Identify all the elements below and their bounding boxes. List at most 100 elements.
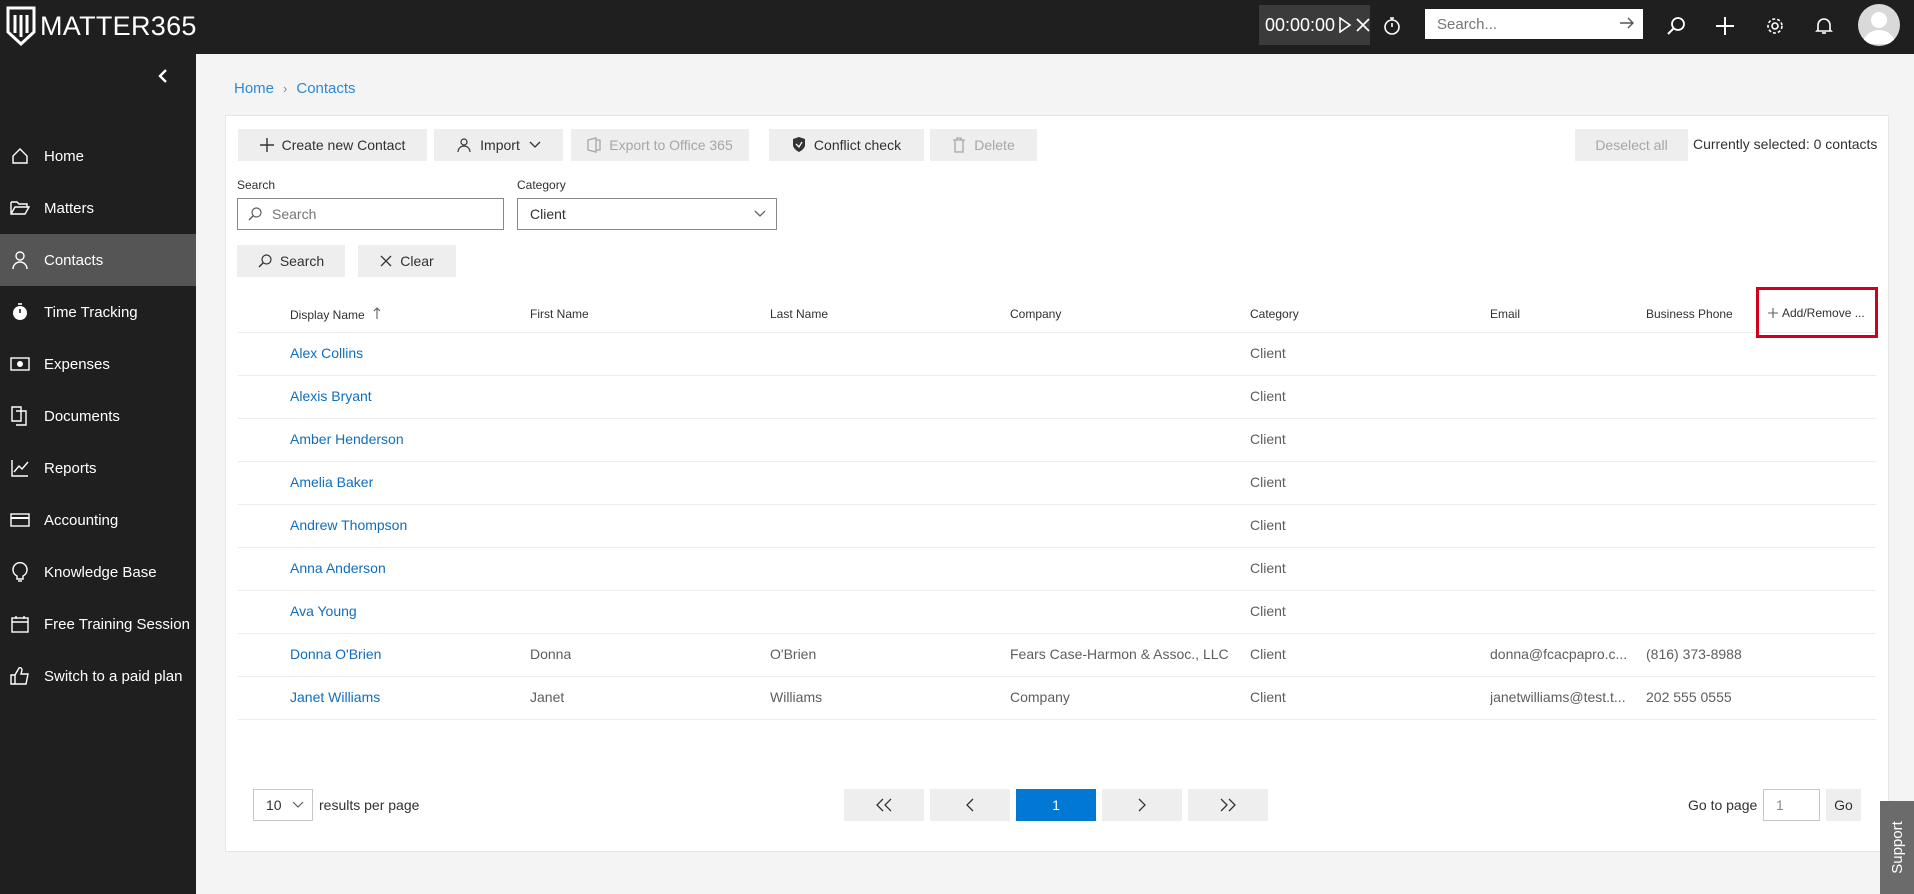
bell-icon[interactable] xyxy=(1811,13,1837,39)
goto-page-field[interactable] xyxy=(1774,796,1818,814)
cell-category: Client xyxy=(1250,345,1286,361)
search-field[interactable] xyxy=(237,198,504,230)
cell-display-name[interactable]: Andrew Thompson xyxy=(290,504,407,547)
cell-first-name: Janet xyxy=(530,689,565,705)
export-office365-button[interactable]: Export to Office 365 xyxy=(571,129,749,161)
col-first-name[interactable]: First Name xyxy=(530,307,589,321)
goto-label: Go to page xyxy=(1688,797,1758,813)
cell-display-name[interactable]: Ava Young xyxy=(290,590,357,633)
cell-display-name[interactable]: Amber Henderson xyxy=(290,418,404,461)
add-remove-label: Add/Remove ... xyxy=(1782,305,1865,320)
close-icon[interactable] xyxy=(1355,17,1371,33)
sidebar-item-free-training[interactable]: Free Training Session xyxy=(0,598,196,650)
delete-button[interactable]: Delete xyxy=(930,129,1037,161)
cell-display-name[interactable]: Janet Williams xyxy=(290,676,380,719)
global-search[interactable] xyxy=(1425,9,1643,39)
stopwatch-icon xyxy=(10,302,30,322)
prev-page-button[interactable] xyxy=(930,789,1010,821)
table-row[interactable]: Andrew Thompson Client xyxy=(238,504,1876,548)
table-row[interactable]: Janet Williams Janet Williams Company Cl… xyxy=(238,676,1876,720)
cell-display-name[interactable]: Alex Collins xyxy=(290,332,363,375)
folder-icon xyxy=(10,198,30,218)
cell-business-phone: 202 555 0555 xyxy=(1646,689,1732,705)
category-dropdown[interactable]: Client xyxy=(517,198,777,230)
sidebar-item-paid-plan[interactable]: Switch to a paid plan xyxy=(0,650,196,702)
breadcrumb-current[interactable]: Contacts xyxy=(296,80,355,97)
import-button[interactable]: Import xyxy=(434,129,563,161)
sidebar-item-matters[interactable]: Matters xyxy=(0,182,196,234)
col-company[interactable]: Company xyxy=(1010,307,1061,321)
search-button[interactable]: Search xyxy=(237,245,345,277)
sidebar-item-label: Switch to a paid plan xyxy=(44,667,183,685)
thumbs-up-icon xyxy=(10,666,30,686)
timer-widget: 00:00:00 xyxy=(1259,5,1370,45)
page-size-dropdown[interactable]: 10 xyxy=(253,789,313,821)
cell-category: Client xyxy=(1250,474,1286,490)
table-row[interactable]: Amber Henderson Client xyxy=(238,418,1876,462)
app-logo[interactable]: MATTER365 xyxy=(6,4,197,48)
breadcrumb-home[interactable]: Home xyxy=(234,80,274,97)
table-row[interactable]: Alexis Bryant Client xyxy=(238,375,1876,419)
shield-logo-icon xyxy=(6,6,36,46)
add-remove-columns-button[interactable]: Add/Remove ... xyxy=(1756,287,1878,338)
person-icon xyxy=(10,250,30,270)
avatar[interactable] xyxy=(1858,4,1900,46)
cell-company: Fears Case-Harmon & Assoc., LLC xyxy=(1010,646,1229,662)
stopwatch-icon[interactable] xyxy=(1379,13,1405,39)
global-search-input[interactable] xyxy=(1435,14,1619,34)
sidebar-item-knowledge-base[interactable]: Knowledge Base xyxy=(0,546,196,598)
col-email[interactable]: Email xyxy=(1490,307,1520,321)
play-icon[interactable] xyxy=(1338,17,1352,33)
table-row[interactable]: Ava Young Client xyxy=(238,590,1876,634)
sidebar-item-label: Accounting xyxy=(44,511,119,529)
col-business-phone[interactable]: Business Phone xyxy=(1646,307,1733,321)
arrow-right-icon[interactable] xyxy=(1619,16,1635,33)
sidebar-item-expenses[interactable]: Expenses xyxy=(0,338,196,390)
home-icon xyxy=(10,146,30,166)
conflict-check-button[interactable]: Conflict check xyxy=(769,129,924,161)
search-button-label: Search xyxy=(279,253,325,269)
cell-display-name[interactable]: Anna Anderson xyxy=(290,547,386,590)
page-1-button[interactable]: 1 xyxy=(1016,789,1096,821)
col-category[interactable]: Category xyxy=(1250,307,1299,321)
table-row[interactable]: Donna O'Brien Donna O'Brien Fears Case-H… xyxy=(238,633,1876,677)
clear-button[interactable]: Clear xyxy=(358,245,456,277)
logo-text: MATTER365 xyxy=(40,10,197,41)
col-display-name[interactable]: Display Name xyxy=(290,307,381,322)
cell-display-name[interactable]: Amelia Baker xyxy=(290,461,373,504)
create-contact-button[interactable]: Create new Contact xyxy=(238,129,427,161)
cell-business-phone: (816) 373-8988 xyxy=(1646,646,1742,662)
sidebar-item-reports[interactable]: Reports xyxy=(0,442,196,494)
money-icon xyxy=(10,354,30,374)
sidebar-item-home[interactable]: Home xyxy=(0,130,196,182)
go-button[interactable]: Go xyxy=(1826,789,1861,821)
gear-icon[interactable] xyxy=(1762,13,1788,39)
search-icon[interactable] xyxy=(1663,13,1689,39)
last-page-button[interactable] xyxy=(1188,789,1268,821)
plus-icon[interactable] xyxy=(1712,13,1738,39)
sidebar-item-label: Free Training Session xyxy=(44,615,190,633)
breadcrumb: Home › Contacts xyxy=(234,80,356,97)
next-page-button[interactable] xyxy=(1102,789,1182,821)
category-label: Category xyxy=(517,178,566,192)
col-last-name[interactable]: Last Name xyxy=(770,307,828,321)
page-size-label: results per page xyxy=(319,797,420,813)
sidebar-item-time-tracking[interactable]: Time Tracking xyxy=(0,286,196,338)
sidebar-item-accounting[interactable]: Accounting xyxy=(0,494,196,546)
cell-category: Client xyxy=(1250,689,1286,705)
table-row[interactable]: Amelia Baker Client xyxy=(238,461,1876,505)
deselect-all-button[interactable]: Deselect all xyxy=(1575,129,1688,161)
cell-display-name[interactable]: Alexis Bryant xyxy=(290,375,372,418)
sidebar-item-documents[interactable]: Documents xyxy=(0,390,196,442)
search-input[interactable] xyxy=(270,205,474,223)
first-page-button[interactable] xyxy=(844,789,924,821)
table-row[interactable]: Alex Collins Client xyxy=(238,332,1876,376)
cell-display-name[interactable]: Donna O'Brien xyxy=(290,633,381,676)
table-row[interactable]: Anna Anderson Client xyxy=(238,547,1876,591)
goto-page-input[interactable] xyxy=(1763,789,1820,821)
support-tab[interactable]: Support xyxy=(1880,801,1914,894)
cell-category: Client xyxy=(1250,646,1286,662)
sidebar-item-label: Time Tracking xyxy=(44,303,138,321)
collapse-sidebar-icon[interactable] xyxy=(153,66,173,86)
sidebar-item-contacts[interactable]: Contacts xyxy=(0,234,196,286)
